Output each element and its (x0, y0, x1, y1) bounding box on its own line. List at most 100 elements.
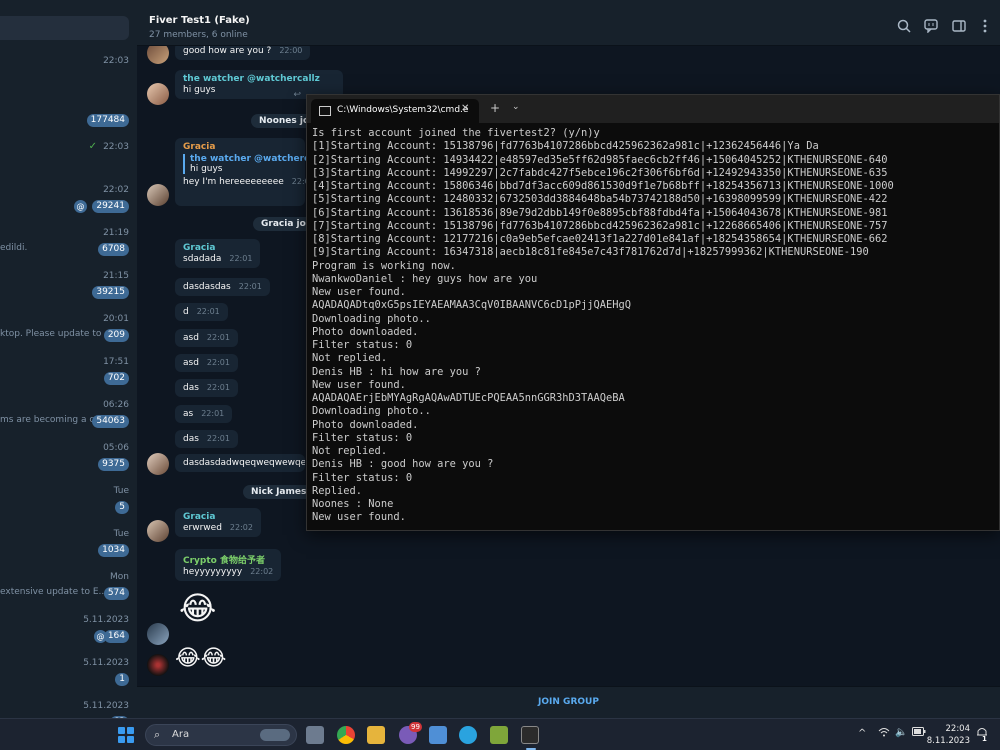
chat-time: Tue (113, 486, 129, 496)
chat-list-item[interactable]: 06:26 ms are becoming a c... 54063 (0, 396, 137, 439)
reply-icon[interactable]: ↩ (293, 90, 301, 100)
close-tab-icon[interactable]: ✕ (461, 103, 469, 114)
chat-time: 20:01 (103, 314, 129, 324)
chat-title[interactable]: Fiver Test1 (Fake) (149, 15, 250, 26)
file-explorer-icon[interactable] (367, 726, 385, 744)
message-time: 22:01 (229, 254, 253, 263)
reply-quote[interactable]: the watcher @watchercall hi guys (183, 154, 322, 174)
console-line: Filter status: 0 (312, 431, 413, 444)
chat-time: Mon (110, 572, 129, 582)
tray-chevron-icon[interactable]: ^ (858, 728, 866, 739)
wifi-icon[interactable] (878, 727, 890, 740)
sender-name[interactable]: Crypto 食物给予者 (183, 553, 273, 566)
message-time: 22:00 (279, 46, 303, 55)
avatar[interactable] (147, 623, 169, 645)
sender-name[interactable]: the watcher @watchercallz (183, 74, 335, 84)
chat-list-sidebar: 22:03 177484 22:03 ✓ 22:02 29241 @21:19 edildi.… (0, 0, 137, 718)
console-line: [9]Starting Account: 16347318|aecb18c81f… (312, 246, 869, 259)
chat-time: 06:26 (103, 400, 129, 410)
message-text: asd (183, 332, 199, 343)
chat-list-item[interactable]: 20:01 ktop. Please update to ... 209 (0, 310, 137, 353)
chat-time: Tue (113, 529, 129, 539)
message-text: erwrwed (183, 523, 222, 533)
sender-name[interactable]: Gracia (183, 142, 297, 152)
console-line: Filter status: 0 (312, 339, 413, 351)
system-clock[interactable]: 22:04 8.11.2023 (927, 723, 970, 747)
quote-text: hi guys (190, 164, 223, 174)
message-bubble: Gracia sdadada 22:01 (175, 239, 261, 268)
chat-list-item[interactable]: 5.11.2023白标、小白标、破解版搭...62 (0, 697, 137, 718)
photos-icon[interactable] (429, 726, 447, 744)
chat-preview: extensive update to E... (0, 587, 108, 597)
console-line: AQADAQADtq0xG5psIEYAEAMAA3CqV0IBAANVC6cD… (312, 299, 632, 312)
console-line: [6]Starting Account: 13618536|89e79d2dbb… (312, 206, 888, 219)
chat-list-item[interactable]: 22:03 ✓ (0, 138, 137, 181)
console-line: [5]Starting Account: 12480332|6732503dd3… (312, 193, 888, 206)
cmd-output[interactable]: Is first account joined the fivertest2? … (312, 127, 994, 530)
chat-list-item[interactable]: 22:02 29241 @ (0, 181, 137, 224)
taskbar-search[interactable]: ⌕ Ara (145, 724, 297, 746)
chat-icon[interactable] (923, 18, 939, 34)
chat-search-input[interactable] (0, 16, 129, 40)
speaker-muted-icon[interactable]: 🔈 (895, 727, 907, 738)
cmd-window[interactable]: C:\Windows\System32\cmd.e ✕ + ⌄ Is first… (306, 94, 1000, 531)
avatar[interactable] (147, 453, 169, 475)
sender-name[interactable]: Gracia (183, 243, 252, 253)
join-group-button[interactable]: JOIN GROUP (137, 686, 1000, 718)
chat-header: Fiver Test1 (Fake) 27 members, 6 online (137, 0, 1000, 46)
sender-name[interactable]: Gracia (183, 512, 253, 522)
chat-time: 5.11.2023 (83, 615, 129, 625)
chat-preview: ktop. Please update to ... (0, 329, 113, 339)
avatar[interactable] (147, 654, 169, 676)
chat-list-item[interactable]: Mon extensive update to E... 574 (0, 568, 137, 611)
console-line: Not replied. (312, 352, 388, 365)
app-icon[interactable] (490, 726, 508, 744)
search-icon[interactable] (896, 18, 912, 34)
unread-badge: 574 (103, 587, 129, 600)
notification-badge: 99 (409, 722, 422, 732)
cmd-titlebar[interactable]: C:\Windows\System32\cmd.e ✕ + ⌄ (307, 95, 999, 123)
message-text: hey I'm hereeeeeeeee (183, 177, 284, 187)
message-text: good how are you ? (183, 46, 272, 56)
unread-badge: 209 (103, 329, 129, 342)
chat-list-item[interactable]: 17:51 702 (0, 353, 137, 396)
telegram-icon[interactable] (459, 726, 477, 744)
chat-list-item[interactable]: 21:15 39215 (0, 267, 137, 310)
terminal-icon[interactable] (521, 726, 539, 744)
new-tab-icon[interactable]: + (490, 101, 500, 115)
chat-time: 22:03 (103, 142, 129, 152)
chat-time: 22:03 (103, 56, 129, 66)
message-text: dasdasdadwqeqweqwewqeq (183, 458, 305, 468)
more-icon[interactable] (977, 18, 993, 34)
cmd-tab[interactable]: C:\Windows\System32\cmd.e ✕ (311, 99, 479, 123)
avatar[interactable] (147, 83, 169, 105)
chat-list-item[interactable]: 05:06 9375 (0, 439, 137, 482)
console-line: [3]Starting Account: 14992297|2c7fabdc42… (312, 166, 888, 179)
message-bubble: das 22:01 (175, 379, 238, 398)
unread-badge: 164 (103, 630, 129, 643)
mention-icon: @ (94, 630, 107, 643)
chat-list-item[interactable]: Tue 5 (0, 482, 137, 525)
chat-list-item[interactable]: 177484 (0, 95, 137, 138)
message-text: asd (183, 357, 199, 368)
avatar[interactable] (147, 46, 169, 64)
chat-list-item[interactable]: 22:03 (0, 52, 137, 95)
chat-time: 22:02 (103, 185, 129, 195)
avatar[interactable] (147, 520, 169, 542)
chat-list-item[interactable]: Tue 1034 (0, 525, 137, 568)
chevron-down-icon[interactable]: ⌄ (512, 102, 520, 112)
battery-icon[interactable] (912, 727, 926, 739)
chat-list-item[interactable]: 21:19 edildi. 6708 (0, 224, 137, 267)
chrome-icon[interactable] (337, 726, 355, 744)
chat-time: 21:19 (103, 228, 129, 238)
console-line: Downloading photo.. (312, 312, 431, 325)
console-line: [7]Starting Account: 15138796|fd7763b410… (312, 219, 888, 232)
windows-start-icon[interactable] (118, 727, 134, 743)
chat-list-item[interactable]: 5.11.2023 164 @ (0, 611, 137, 654)
message-time: 22:01 (206, 357, 230, 367)
task-view-icon[interactable] (306, 726, 324, 744)
avatar[interactable] (147, 184, 169, 206)
message-text: d (183, 307, 189, 318)
sidebar-toggle-icon[interactable] (951, 18, 967, 34)
chat-list-item[interactable]: 5.11.2023 1 (0, 654, 137, 697)
